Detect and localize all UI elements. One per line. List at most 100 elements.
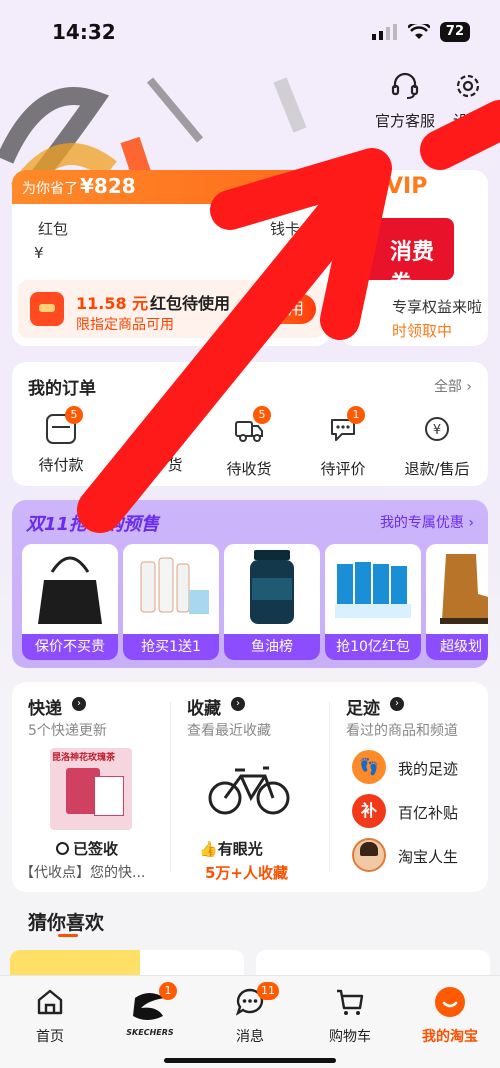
vip-title: VIP [386,174,428,199]
wallet-card[interactable]: 为你省了 ¥828 红包 ¥ 钱卡 11.58 元 红包待使用 限指定商品可用 … [12,170,330,346]
order-label: 货 [167,456,183,474]
use-red-packet-button[interactable]: 用 [266,294,316,324]
presale-item[interactable]: 鱼油榜 [224,544,320,660]
footprint-link[interactable]: 👣 我的足迹 [352,750,492,786]
wifi-icon [407,24,430,39]
footprint-icon: 👣 [352,750,386,784]
vip-desc-prefix: 8 [344,296,354,314]
savings-label: 为你省了 [22,181,78,197]
customer-service-label: 官方客服 [374,112,435,130]
fish-oil-image [250,550,294,624]
orders-all-label: 全部 [433,379,462,395]
presale-item-label: 鱼油榜 [224,634,320,660]
activity-card: 快递 › 5个快递更新 昆洛神花玫瑰茶 已签收 【代收点】您的快... 收藏 ›… [12,682,488,892]
favorites-title: 收藏 [187,699,221,719]
vip-card[interactable]: VIP 消费券 8 专享权益来啦 时领取中 [340,170,488,346]
home-icon [37,989,63,1015]
chevron-right-icon: › [72,697,86,711]
footprint-section[interactable]: 足迹 › 看过的商品和频道 👣 我的足迹 补 百亿补贴 淘宝人生 [330,682,488,892]
avatar [352,838,386,872]
presale-title-part-1: 双11抢 [26,514,88,535]
tab-badge: 1 [159,982,177,1000]
box-icon [140,414,170,444]
red-packet-banner[interactable]: 11.58 元 红包待使用 限指定商品可用 用 [18,280,324,338]
savings-banner: 为你省了 ¥828 [12,170,330,204]
cart-icon [337,989,364,1015]
status-icons: 72 [371,22,470,42]
favorites-subtitle: 查看最近收藏 [187,723,271,739]
exclusive-offers-link[interactable]: 我的专属优惠 › [380,512,474,532]
tab-messages[interactable]: 11 消息 [205,982,295,1046]
settings-label: 设置 [452,112,483,130]
favorites-desc: 5万+人收藏 [205,864,289,882]
presale-item-label: 保价不买贵 [22,634,118,660]
footprint-subtitle: 看过的商品和频道 [346,723,458,739]
footprint-title: 足迹 [346,699,380,719]
tab-home[interactable]: 首页 [5,986,95,1046]
orders-all-link[interactable]: 全部 › [434,376,472,396]
tab-label: 首页 [36,1029,64,1045]
tab-label: 消息 [236,1029,264,1045]
headset-icon [391,72,419,99]
presale-item-label: 抢10亿红包 [325,634,421,660]
subsidy-link-label: 百亿补贴 [398,804,459,822]
express-product-image: 昆洛神花玫瑰茶 [50,748,132,830]
subsidy-icon: 补 [352,794,386,828]
guess-you-like-title: 猜你喜欢 [28,912,105,934]
express-section[interactable]: 快递 › 5个快递更新 昆洛神花玫瑰茶 已签收 【代收点】您的快... [12,682,170,892]
red-packet-column-value: ¥ [34,244,44,262]
presale-item[interactable]: 抢买1送1 [123,544,219,660]
red-packet-amount: 11.58 元 [76,294,149,313]
vip-sub: 时领取中 [392,322,453,340]
consumption-coupon[interactable]: 消费券 [360,218,454,297]
battery-indicator: 72 [439,22,470,42]
order-pending-payment[interactable]: 5 待付款 [15,406,107,475]
settings-button[interactable]: 设置 [448,70,488,131]
red-packet-subtitle: 限指定商品可用 [76,317,174,333]
order-pending-review[interactable]: 1 待评价 [297,406,389,479]
order-pending-receipt[interactable]: 5 待收货 [203,406,295,479]
skincare-image [140,557,209,614]
my-taobao-icon [435,987,465,1017]
order-pending-shipment[interactable]: 货 [109,414,201,475]
presale-item[interactable]: 超级划 [426,544,488,660]
toothpaste-image [335,562,411,618]
refund-icon: ¥ [425,417,449,441]
gear-icon [456,74,480,98]
exclusive-offers-label: 我的专属优惠 [379,515,464,531]
red-packet-title: 红包待使用 [150,294,231,313]
order-badge: 5 [253,406,271,424]
brand-label: SKECHERS [126,1028,174,1037]
subsidy-link[interactable]: 补 百亿补贴 [352,794,492,830]
taobao-life-link[interactable]: 淘宝人生 [352,838,492,874]
presale-item-label: 抢买1送1 [123,634,219,660]
tab-my-taobao[interactable]: 我的淘宝 [405,986,495,1046]
tab-brand[interactable]: 1 SKECHERS [105,982,195,1037]
order-refund[interactable]: ¥ 退款/售后 [391,414,483,479]
express-product-text: 昆洛神花玫瑰茶 [52,753,116,763]
handbag-image [38,556,102,624]
presale-item[interactable]: 抢10亿红包 [325,544,421,660]
order-label: 待付款 [38,456,84,474]
express-status-label: 已签收 [73,840,119,858]
coupon-label: 消费券 [390,240,435,297]
tab-label: 我的淘宝 [422,1029,478,1045]
savings-amount: ¥828 [80,174,136,198]
presale-item-label: 超级划 [426,634,488,660]
red-packet-column-label: 红包 [38,220,69,238]
boot-image [440,554,488,624]
presale-title-part-2: 购预售 [105,514,160,535]
red-packet-icon [30,292,64,326]
express-desc: 【代收点】您的快... [20,865,146,881]
favorites-section[interactable]: 收藏 › 查看最近收藏 👍有眼光 5万+人收藏 [171,682,329,892]
card-column-label: 钱卡 [270,220,301,238]
presale-item[interactable]: 保价不买贵 [22,544,118,660]
orders-title: 我的订单 [28,379,96,399]
express-status: 已签收 [56,838,118,859]
tab-cart[interactable]: 购物车 [305,986,395,1046]
customer-service-button[interactable]: 官方客服 [372,70,438,131]
favorites-status-label: 有眼光 [217,840,263,858]
vip-desc: 专享权益来啦 [392,298,483,316]
svg-text:¥: ¥ [433,423,441,438]
order-label: 待收货 [226,460,272,478]
